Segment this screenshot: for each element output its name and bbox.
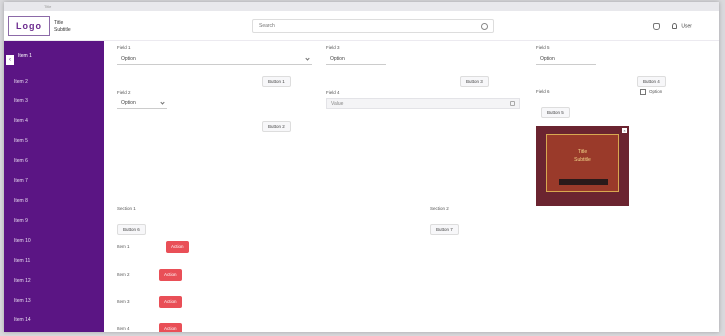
brand-name: Title Subtitle (54, 20, 71, 34)
brand-line-1: Title (54, 20, 64, 26)
sidebar-item-13[interactable]: Item 13 (14, 298, 31, 304)
row-3-action-button[interactable]: Action (159, 296, 182, 308)
button-7[interactable]: Button 7 (430, 224, 459, 235)
button-2[interactable]: Button 2 (262, 121, 291, 132)
product-image-line-2: Subtitle (574, 157, 591, 163)
row-3-label: Item 3 (117, 299, 130, 304)
field-4-value: Value (331, 101, 344, 107)
product-image-line-1: Title (577, 149, 588, 155)
title-strip: Title (4, 2, 719, 11)
title-strip-text: Title (44, 4, 52, 8)
sidebar-toggle-icon[interactable]: ‹ (6, 55, 14, 65)
app-window: Title Logo Title Subtitle User ‹ Item 1 … (4, 2, 719, 332)
sidebar-item-11[interactable]: Item 11 (14, 258, 30, 264)
option-checkbox[interactable] (640, 89, 646, 95)
main-content: Field 1 Option Button 1 Field 2 Option B… (104, 41, 719, 332)
search-input[interactable] (253, 20, 473, 32)
field-3-label: Field 3 (326, 45, 340, 50)
sidebar-item-5[interactable]: Item 5 (14, 138, 28, 144)
logo[interactable]: Logo (8, 16, 50, 36)
sidebar-item-9[interactable]: Item 9 (14, 218, 28, 224)
field-5-label: Field 5 (536, 45, 550, 50)
chevron-down-icon (160, 100, 165, 105)
field-4-input[interactable]: Value (326, 98, 520, 109)
sidebar-item-10[interactable]: Item 10 (14, 238, 31, 244)
row-4-action-button[interactable]: Action (159, 323, 182, 332)
sidebar-item-1[interactable]: Item 1 (18, 53, 32, 59)
user-menu[interactable]: User (672, 23, 692, 29)
field-2-value: Option (121, 100, 136, 106)
button-3[interactable]: Button 3 (460, 76, 489, 87)
row-1-action-button[interactable]: Action (166, 241, 189, 253)
sidebar-item-4[interactable]: Item 4 (14, 118, 28, 124)
sidebar-item-8[interactable]: Item 8 (14, 198, 28, 204)
button-4[interactable]: Button 4 (637, 76, 666, 87)
brand-line-2: Subtitle (54, 27, 71, 33)
notification-icon[interactable] (653, 23, 660, 30)
product-image[interactable]: Title Subtitle × (536, 126, 629, 206)
field-5-select[interactable]: Option (536, 54, 596, 65)
field-2-select[interactable]: Option (117, 98, 167, 109)
field-5-value: Option (540, 56, 555, 62)
product-image-band (559, 179, 608, 185)
button-1[interactable]: Button 1 (262, 76, 291, 87)
sidebar-item-7[interactable]: Item 7 (14, 178, 28, 184)
sidebar: ‹ Item 1 Item 2 Item 3 Item 4 Item 5 Ite… (4, 41, 104, 332)
option-checkbox-label: Option (649, 89, 663, 94)
field-1-select[interactable]: Option (117, 54, 312, 65)
sidebar-item-2[interactable]: Item 2 (14, 79, 28, 85)
row-2-action-button[interactable]: Action (159, 269, 182, 281)
button-6[interactable]: Button 6 (117, 224, 146, 235)
field-3-select[interactable]: Option (326, 54, 386, 65)
sidebar-item-3[interactable]: Item 3 (14, 98, 28, 104)
search-icon[interactable] (481, 23, 488, 30)
sidebar-item-12[interactable]: Item 12 (14, 278, 31, 284)
sidebar-item-14[interactable]: Item 14 (14, 317, 31, 323)
button-5[interactable]: Button 5 (541, 107, 570, 118)
row-2-label: Item 2 (117, 272, 130, 277)
top-header: Logo Title Subtitle User (4, 11, 719, 41)
chevron-down-icon (305, 56, 310, 61)
remove-image-icon[interactable]: × (622, 128, 627, 133)
field-1-value: Option (121, 56, 136, 62)
field-1-label: Field 1 (117, 45, 131, 50)
product-image-frame: Title Subtitle (546, 134, 619, 192)
row-4-label: Item 4 (117, 326, 130, 331)
user-icon (672, 23, 677, 29)
row-1-label: Item 1 (117, 244, 130, 249)
field-4-label: Field 4 (326, 90, 340, 95)
section-2-title: Section 2 (430, 206, 449, 211)
calendar-icon[interactable] (510, 101, 515, 106)
field-2-label: Field 2 (117, 90, 131, 95)
sidebar-item-6[interactable]: Item 6 (14, 158, 28, 164)
section-1-title: Section 1 (117, 206, 136, 211)
field-6-label: Field 6 (536, 89, 550, 94)
search-box[interactable] (252, 19, 494, 33)
user-label: User (681, 23, 692, 30)
field-3-value: Option (330, 56, 345, 62)
